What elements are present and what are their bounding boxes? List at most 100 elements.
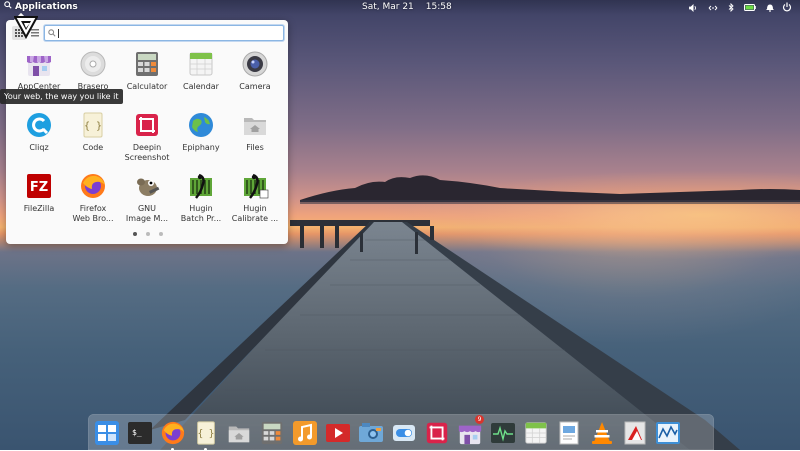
photos-icon [358, 420, 384, 446]
dock-item-photos[interactable] [356, 418, 385, 447]
applications-menu-button[interactable]: Applications [4, 0, 78, 15]
power-icon[interactable] [782, 2, 792, 18]
app-label: Code [82, 143, 104, 152]
dock: $_ { } 9 [88, 414, 714, 451]
music-icon [292, 420, 318, 446]
system-indicators [689, 0, 774, 15]
hugin-calibrate-icon [241, 172, 269, 200]
app-label: Epiphany [182, 143, 220, 152]
brasero-icon [79, 50, 107, 78]
page-dot-3[interactable] [159, 232, 163, 236]
time-label: 15:58 [425, 2, 452, 12]
launcher-page-indicator [133, 232, 163, 236]
app-label: Calculator [126, 82, 168, 91]
dock-item-files[interactable] [224, 418, 253, 447]
search-icon [4, 0, 12, 15]
volume-icon[interactable] [689, 3, 698, 12]
app-calendar[interactable]: Calendar [174, 48, 228, 109]
app-grid: AppCenter Brasero Calculator Calendar Ca… [12, 48, 282, 231]
app-filezilla[interactable]: FZ FileZilla [12, 170, 66, 231]
date-time-indicator[interactable]: Sat, Mar 21 15:58 [362, 0, 452, 15]
app-deepin-screenshot[interactable]: Deepin Screenshot [120, 109, 174, 170]
notification-badge: 9 [475, 415, 484, 424]
app-label: Deepin Screenshot [124, 143, 170, 162]
app-label: Hugin Calibrate ... [231, 204, 279, 223]
dock-items: $_ { } 9 [92, 415, 682, 451]
dock-item-firefox[interactable] [158, 418, 187, 451]
app-cliqz[interactable]: Cliqz [12, 109, 66, 170]
svg-text:{ }: { } [197, 428, 214, 439]
dock-item-appcenter[interactable]: 9 [455, 415, 484, 447]
page-dot-1[interactable] [133, 232, 137, 236]
app-label: Firefox Web Bro... [72, 204, 114, 223]
app-calculator[interactable]: Calculator [120, 48, 174, 109]
vlc-icon [589, 420, 615, 446]
pdf-icon [622, 420, 648, 446]
dock-item-document-viewer[interactable] [554, 418, 583, 447]
app-label: FileZilla [23, 204, 55, 213]
app-firefox[interactable]: Firefox Web Bro... [66, 170, 120, 231]
svg-text:{ }: { } [84, 121, 102, 132]
code-icon: { } [193, 420, 219, 446]
search-icon [48, 29, 56, 37]
calendar-icon [187, 50, 215, 78]
app-gimp[interactable]: GNU Image M... [120, 170, 174, 231]
app-label: GNU Image M... [125, 204, 169, 223]
files-icon [241, 111, 269, 139]
activity-monitor-icon [655, 420, 681, 446]
dock-item-calculator[interactable] [257, 418, 286, 447]
firefox-icon [79, 172, 107, 200]
launcher-search-box[interactable] [44, 25, 284, 41]
page-dot-2[interactable] [146, 232, 150, 236]
multitasking-view-icon [94, 420, 120, 446]
dock-item-videos[interactable] [323, 418, 352, 447]
deepin-screenshot-icon [133, 111, 161, 139]
watermark-logo [14, 16, 38, 39]
filezilla-icon: FZ [25, 172, 53, 200]
cliqz-icon [25, 111, 53, 139]
document-viewer-icon [556, 420, 582, 446]
dock-item-terminal[interactable]: $_ [125, 418, 154, 447]
files-icon [226, 420, 252, 446]
dock-item-code[interactable]: { } [191, 418, 220, 451]
dock-item-screenshot[interactable] [422, 418, 451, 447]
app-camera[interactable]: Camera [228, 48, 282, 109]
calculator-icon [259, 420, 285, 446]
app-code[interactable]: { } Code [66, 109, 120, 170]
system-settings-icon [391, 420, 417, 446]
dock-item-system-monitor[interactable] [488, 418, 517, 447]
app-label: Calendar [183, 82, 219, 91]
firefox-icon [160, 420, 186, 446]
app-label: Cliqz [29, 143, 49, 152]
app-hugin-calibrate[interactable]: Hugin Calibrate ... [228, 170, 282, 231]
calculator-icon [133, 50, 161, 78]
network-icon[interactable] [708, 4, 718, 12]
battery-icon[interactable] [744, 4, 756, 11]
dock-item-multitasking-view[interactable] [92, 418, 121, 447]
app-tooltip: Your web, the way you like it [0, 89, 123, 104]
videos-icon [325, 420, 351, 446]
calendar-icon [523, 420, 549, 446]
svg-text:$_: $_ [132, 428, 142, 437]
dock-item-calendar[interactable] [521, 418, 550, 447]
app-epiphany[interactable]: Epiphany [174, 109, 228, 170]
epiphany-icon [187, 111, 215, 139]
dock-item-pdf[interactable] [620, 418, 649, 447]
app-label: Hugin Batch Pr... [180, 204, 222, 223]
dock-item-system-settings[interactable] [389, 418, 418, 447]
search-input[interactable] [59, 27, 283, 39]
app-files[interactable]: Files [228, 109, 282, 170]
applications-label: Applications [15, 2, 78, 12]
dock-item-vlc[interactable] [587, 418, 616, 447]
dock-item-music[interactable] [290, 418, 319, 447]
app-label: Camera [239, 82, 271, 91]
notifications-icon[interactable] [766, 3, 774, 12]
app-hugin-batch[interactable]: Hugin Batch Pr... [174, 170, 228, 231]
screenshot-icon [424, 420, 450, 446]
code-icon: { } [79, 111, 107, 139]
dock-item-activity-monitor[interactable] [653, 418, 682, 447]
appcenter-icon [25, 50, 53, 78]
hugin-batch-icon [187, 172, 215, 200]
bluetooth-icon[interactable] [728, 3, 734, 12]
camera-icon [241, 50, 269, 78]
